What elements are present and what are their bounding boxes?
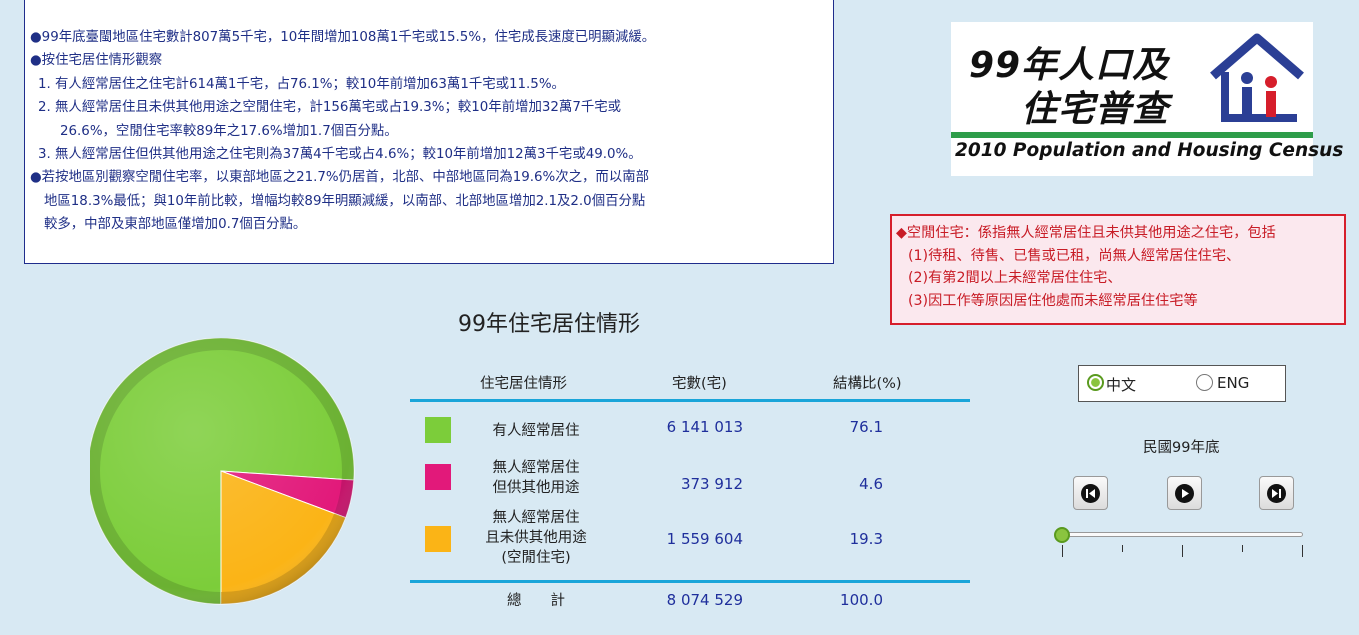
summary-line: ●99年底臺閩地區住宅數計807萬5千宅，10年間增加108萬1千宅或15.5%… — [30, 30, 656, 45]
legend-swatch-occupied — [425, 417, 451, 443]
radio-english-label[interactable]: ENG — [1217, 374, 1249, 392]
table-row-count: 373 912 — [680, 475, 743, 493]
table-row-label: 有人經常居住 — [492, 423, 580, 439]
play-button[interactable] — [1167, 476, 1202, 510]
table-row-label-line: 但供其他用途 — [492, 480, 580, 496]
table-row-label-line: 且未供其他用途 — [485, 530, 587, 546]
summary-line: 地區18.3%最低；與10年前比較，增幅均較89年明顯減緩，以南部、北部地區增加… — [44, 193, 646, 209]
table-row-count: 1 559 604 — [666, 530, 743, 548]
timeline-tick — [1062, 545, 1063, 557]
logo-title-line2: 住宅普查 — [1021, 89, 1170, 130]
column-header-percent: 結構比(%) — [833, 376, 902, 392]
definition-line: (3)因工作等原因居住他處而未經常居住住宅等 — [908, 292, 1198, 309]
summary-panel: ●99年底臺閩地區住宅數計807萬5千宅，10年間增加108萬1千宅或15.5%… — [24, 0, 834, 264]
radio-chinese-label[interactable]: 中文 — [1106, 374, 1136, 395]
house-family-icon — [1210, 33, 1304, 122]
table-row-percent: 4.6 — [859, 475, 883, 493]
play-icon — [1175, 484, 1194, 503]
table-row-label: 無人經常居住 但供其他用途 — [466, 458, 606, 498]
last-frame-button[interactable] — [1259, 476, 1294, 510]
table-row-count: 6 141 013 — [666, 418, 743, 436]
logo-english-title: 2010 Population and Housing Census — [955, 140, 1344, 161]
chart-title: 99年住宅居住情形 — [458, 312, 640, 337]
definition-line: (2)有第2間以上未經常居住住宅、 — [908, 270, 1122, 287]
summary-line: 較多，中部及東部地區僅增加0.7個百分點。 — [44, 217, 307, 233]
radio-chinese[interactable] — [1087, 374, 1104, 391]
table-header-rule — [410, 399, 970, 402]
table-row-label-line: 無人經常居住 — [492, 510, 580, 526]
legend-swatch-vacant — [425, 526, 451, 552]
column-header-count: 宅數(宅) — [672, 376, 727, 392]
housing-pie-chart — [90, 338, 355, 605]
table-total-label: 總 計 — [507, 593, 565, 609]
summary-line: ●按住宅居住情形觀察 — [30, 53, 163, 69]
timeline-tick — [1182, 545, 1183, 557]
timeline-tick — [1302, 545, 1303, 557]
table-row-label-line: 無人經常居住 — [492, 460, 580, 476]
legend-swatch-other-use — [425, 464, 451, 490]
table-total-rule — [410, 580, 970, 583]
table-row-percent: 19.3 — [849, 530, 883, 548]
summary-line: 2. 無人經常居住且未供其他用途之空閒住宅，計156萬宅或占19.3%；較10年… — [38, 100, 622, 116]
table-total-count: 8 074 529 — [666, 591, 743, 609]
census-logo: 99年人口及 住宅普查 2010 Population and Housing … — [951, 22, 1343, 176]
timeline-slider-thumb[interactable] — [1054, 527, 1070, 543]
skip-back-icon — [1081, 484, 1100, 503]
first-frame-button[interactable] — [1073, 476, 1108, 510]
table-total-percent: 100.0 — [840, 591, 883, 609]
table-row-label: 無人經常居住 且未供其他用途 (空閒住宅) — [466, 508, 606, 568]
definition-line: ◆空閒住宅：係指無人經常居住且未供其他用途之住宅，包括 — [896, 225, 1276, 241]
summary-line: 26.6%，空閒住宅率較89年之17.6%增加1.7個百分點。 — [60, 123, 398, 139]
skip-forward-icon — [1267, 484, 1286, 503]
timeline-slider-track[interactable] — [1060, 532, 1303, 537]
table-row-percent: 76.1 — [849, 418, 883, 436]
summary-line: ●若按地區別觀察空閒住宅率，以東部地區之21.7%仍居首，北部、中部地區同為19… — [30, 170, 649, 186]
timeline-tick — [1242, 545, 1243, 552]
summary-line: 3. 無人經常居住但供其他用途之住宅則為37萬4千宅或占4.6%；較10年前增加… — [38, 147, 642, 163]
vacant-housing-definition: ◆空閒住宅：係指無人經常居住且未供其他用途之住宅，包括 (1)待租、待售、已售或… — [890, 214, 1346, 325]
radio-english[interactable] — [1196, 374, 1213, 391]
column-header-category: 住宅居住情形 — [480, 376, 567, 392]
logo-divider — [951, 132, 1313, 138]
language-selector: 中文 ENG — [1078, 365, 1286, 402]
timeline-period-label: 民國99年底 — [1143, 440, 1220, 456]
summary-line: 1. 有人經常居住之住宅計614萬1千宅，占76.1%；較10年前增加63萬1千… — [38, 76, 565, 92]
table-row-label-line: (空閒住宅) — [501, 550, 571, 566]
definition-line: (1)待租、待售、已售或已租，尚無人經常居住住宅、 — [908, 247, 1241, 264]
timeline-tick — [1122, 545, 1123, 552]
